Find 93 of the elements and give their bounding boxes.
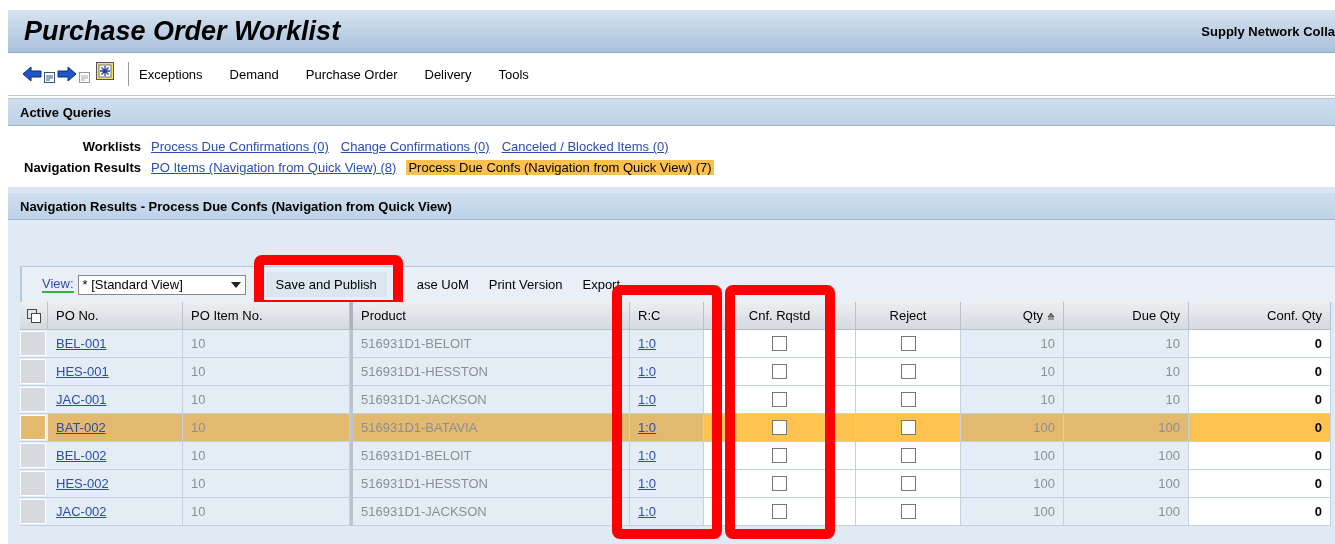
quantity-text: 10 bbox=[1040, 392, 1055, 407]
table-cell-text: 10 bbox=[191, 420, 206, 435]
section-header: Navigation Results - Process Due Confs (Navigation from Quick View) bbox=[8, 193, 1335, 220]
quantity-text: 100 bbox=[1158, 504, 1180, 519]
query-link[interactable]: Process Due Confirmations (0) bbox=[149, 139, 331, 154]
quantity-text: 10 bbox=[1165, 336, 1180, 351]
column-header[interactable]: Reject bbox=[856, 302, 961, 330]
query-label: Worklists bbox=[81, 139, 142, 154]
link[interactable]: 1:0 bbox=[638, 420, 657, 435]
menu-item[interactable]: Tools bbox=[498, 66, 529, 82]
document-icon[interactable] bbox=[44, 71, 55, 83]
quantity-field[interactable]: 0 bbox=[1314, 392, 1322, 407]
table-cell-text: 516931D1-BATAVIA bbox=[361, 420, 478, 435]
menu-item[interactable]: Purchase Order bbox=[305, 66, 398, 82]
checkbox[interactable] bbox=[900, 336, 916, 351]
asterisk-icon[interactable] bbox=[96, 62, 114, 80]
page-title: Purchase Order Worklist bbox=[24, 15, 341, 47]
checkbox[interactable] bbox=[772, 504, 787, 519]
section-header: Active Queries bbox=[8, 99, 1335, 126]
checkbox[interactable] bbox=[900, 504, 916, 519]
quantity-field[interactable]: 0 bbox=[1314, 364, 1322, 379]
table-cell-text: 516931D1-JACKSON bbox=[361, 504, 487, 519]
quantity-text: 10 bbox=[1165, 392, 1180, 407]
checkbox[interactable] bbox=[900, 420, 916, 435]
toolbar-button[interactable]: Save and Publish bbox=[265, 272, 387, 297]
table-cell-text: 10 bbox=[191, 504, 206, 519]
table-cell-text: 10 bbox=[191, 364, 206, 379]
table-cell-text: 10 bbox=[191, 476, 206, 491]
table-cell-text: 10 bbox=[191, 392, 206, 407]
link[interactable]: 1:0 bbox=[638, 476, 657, 491]
quantity-text: 100 bbox=[1033, 448, 1055, 463]
checkbox[interactable] bbox=[900, 476, 916, 491]
query-label: Navigation Results bbox=[24, 160, 142, 175]
quantity-text: 100 bbox=[1158, 448, 1180, 463]
table-cell-text: 516931D1-BELOIT bbox=[361, 448, 472, 463]
quantity-text: 100 bbox=[1033, 420, 1055, 435]
link[interactable]: 1:0 bbox=[638, 364, 657, 379]
quantity-text: 100 bbox=[1158, 476, 1180, 491]
quantity-field[interactable]: 0 bbox=[1314, 476, 1322, 491]
quantity-field[interactable]: 0 bbox=[1314, 504, 1322, 519]
quantity-text: 100 bbox=[1033, 476, 1055, 491]
menu-item[interactable]: Exceptions bbox=[139, 66, 203, 82]
table-cell-text: 516931D1-HESSTON bbox=[361, 476, 488, 491]
table-cell-text: 10 bbox=[191, 448, 206, 463]
query-link[interactable]: PO Items (Navigation from Quick View) (8) bbox=[149, 160, 399, 175]
toolbar-button[interactable]: Print Version bbox=[478, 272, 573, 297]
query-link[interactable]: Canceled / Blocked Items (0) bbox=[499, 139, 671, 154]
quantity-field[interactable]: 0 bbox=[1314, 336, 1322, 351]
checkbox[interactable] bbox=[772, 336, 787, 351]
column-header[interactable]: R:C bbox=[630, 302, 704, 330]
quantity-text: 10 bbox=[1040, 364, 1055, 379]
view-dropdown[interactable]: * [Standard View] bbox=[77, 274, 246, 295]
view-label: View: bbox=[42, 276, 74, 293]
checkbox[interactable] bbox=[772, 364, 787, 379]
caret-icon bbox=[230, 281, 241, 288]
select-all-icon[interactable] bbox=[26, 308, 41, 323]
query-link[interactable]: Change Confirmations (0) bbox=[338, 139, 492, 154]
forward-arrow-icon[interactable] bbox=[57, 66, 77, 82]
column-header[interactable]: PO No. bbox=[48, 302, 183, 330]
quantity-field[interactable]: 0 bbox=[1314, 448, 1322, 463]
column-header[interactable]: Due Qty bbox=[1064, 302, 1189, 330]
menu-item[interactable]: Demand bbox=[229, 66, 279, 82]
menu-item[interactable]: Delivery bbox=[424, 66, 472, 82]
checkbox[interactable] bbox=[772, 392, 787, 407]
column-header[interactable]: PO Item No. bbox=[183, 302, 350, 330]
link[interactable]: 1:0 bbox=[638, 392, 657, 407]
quantity-text: 10 bbox=[1040, 336, 1055, 351]
column-header[interactable]: Conf. Qty bbox=[1189, 302, 1331, 330]
table-cell-text: 10 bbox=[191, 336, 206, 351]
quantity-text: 100 bbox=[1158, 420, 1180, 435]
checkbox[interactable] bbox=[900, 392, 916, 407]
quantity-text: 10 bbox=[1165, 364, 1180, 379]
table-cell-text: 516931D1-JACKSON bbox=[361, 392, 487, 407]
link[interactable]: 1:0 bbox=[638, 504, 657, 519]
checkbox[interactable] bbox=[900, 448, 916, 463]
query-link[interactable]: Process Due Confs (Navigation from Quick View) (7) bbox=[406, 160, 714, 175]
quantity-field[interactable]: 0 bbox=[1314, 420, 1322, 435]
link[interactable]: 1:0 bbox=[638, 336, 657, 351]
back-arrow-icon[interactable] bbox=[22, 66, 42, 82]
quantity-text: 100 bbox=[1033, 504, 1055, 519]
table-cell-text: 516931D1-BELOIT bbox=[361, 336, 472, 351]
toolbar-button[interactable]: ase UoM bbox=[406, 272, 479, 297]
app-name: Supply Network Colla bbox=[1201, 23, 1335, 39]
column-header[interactable]: Product bbox=[350, 302, 630, 330]
menu-button[interactable]: Export bbox=[572, 272, 639, 297]
checkbox[interactable] bbox=[772, 420, 787, 435]
checkbox[interactable] bbox=[772, 476, 787, 491]
table-cell-text: 516931D1-HESSTON bbox=[361, 364, 488, 379]
checkbox[interactable] bbox=[900, 364, 916, 379]
checkbox[interactable] bbox=[772, 448, 787, 463]
column-header[interactable]: Qty bbox=[961, 302, 1064, 330]
link[interactable]: 1:0 bbox=[638, 448, 657, 463]
link[interactable]: BAT-002 bbox=[56, 420, 106, 435]
